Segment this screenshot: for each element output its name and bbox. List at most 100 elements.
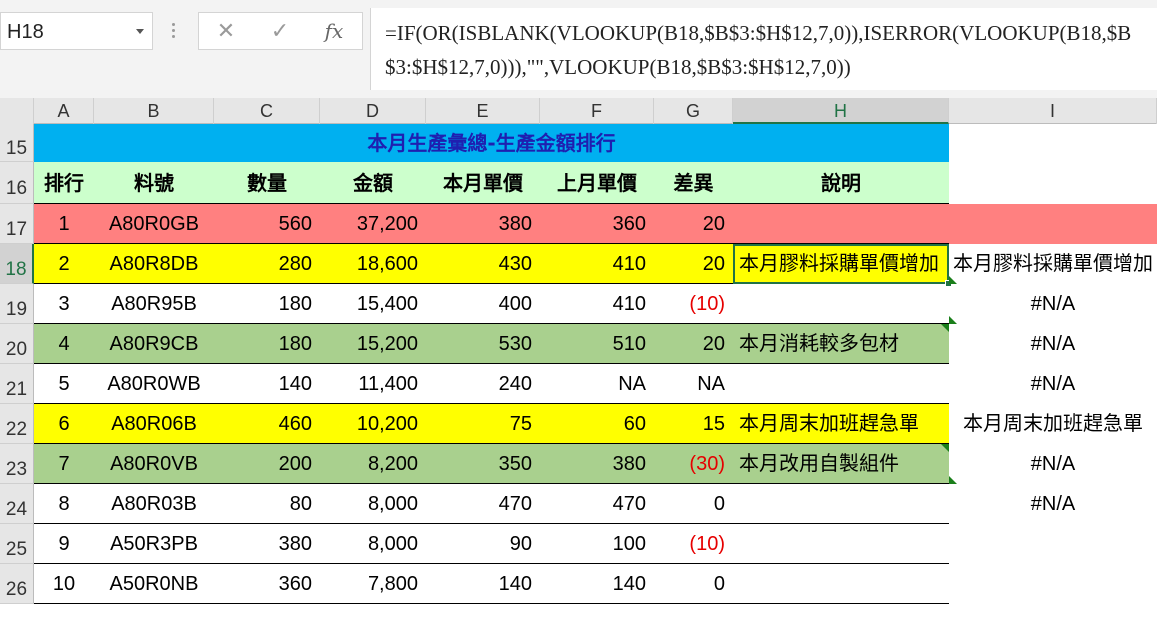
header-rank[interactable]: 排行 [34,162,94,204]
header-part-number[interactable]: 料號 [94,162,214,204]
this-month-price-cell[interactable]: 90 [426,524,540,564]
last-month-price-cell[interactable]: NA [540,364,654,404]
last-month-price-cell[interactable]: 100 [540,524,654,564]
column-i-cell[interactable]: #N/A [949,284,1157,324]
column-header-f[interactable]: F [540,98,654,124]
formula-input[interactable]: =IF(OR(ISBLANK(VLOOKUP(B18,$B$3:$H$12,7,… [370,8,1157,90]
part-number-cell[interactable]: A80R0WB [94,364,214,404]
this-month-price-cell[interactable]: 350 [426,444,540,484]
header-quantity[interactable]: 數量 [214,162,320,204]
this-month-price-cell[interactable]: 470 [426,484,540,524]
last-month-price-cell[interactable]: 140 [540,564,654,604]
rank-cell[interactable]: 9 [34,524,94,564]
header-this-month-price[interactable]: 本月單價 [426,162,540,204]
row-header-24[interactable]: 24 [0,484,34,524]
last-month-price-cell[interactable]: 60 [540,404,654,444]
last-month-price-cell[interactable]: 510 [540,324,654,364]
row-header-17[interactable]: 17 [0,204,34,244]
header-description[interactable]: 說明 [733,162,949,204]
last-month-price-cell[interactable]: 410 [540,244,654,284]
difference-cell[interactable]: 0 [654,484,733,524]
description-cell[interactable] [733,204,949,244]
description-cell[interactable]: 本月周末加班趕急單 [733,404,949,444]
rank-cell[interactable]: 10 [34,564,94,604]
difference-cell[interactable]: 20 [654,324,733,364]
rank-cell[interactable]: 2 [34,244,94,284]
column-header-a[interactable]: A [34,98,94,124]
part-number-cell[interactable]: A80R0GB [94,204,214,244]
column-i-cell[interactable]: 本月周末加班趕急單 [949,404,1157,444]
rank-cell[interactable]: 5 [34,364,94,404]
difference-cell[interactable]: 0 [654,564,733,604]
part-number-cell[interactable]: A80R8DB [94,244,214,284]
quantity-cell[interactable]: 280 [214,244,320,284]
amount-cell[interactable]: 18,600 [320,244,426,284]
description-cell[interactable] [733,524,949,564]
difference-cell[interactable]: (10) [654,284,733,324]
row-header-26[interactable]: 26 [0,564,34,604]
header-difference[interactable]: 差異 [654,162,733,204]
rank-cell[interactable]: 7 [34,444,94,484]
part-number-cell[interactable]: A50R0NB [94,564,214,604]
row-header-20[interactable]: 20 [0,324,34,364]
this-month-price-cell[interactable]: 530 [426,324,540,364]
rank-cell[interactable]: 3 [34,284,94,324]
quantity-cell[interactable]: 140 [214,364,320,404]
header-amount[interactable]: 金額 [320,162,426,204]
amount-cell[interactable]: 8,000 [320,524,426,564]
column-header-c[interactable]: C [214,98,320,124]
rank-cell[interactable]: 8 [34,484,94,524]
rank-cell[interactable]: 1 [34,204,94,244]
header-last-month-price[interactable]: 上月單價 [540,162,654,204]
last-month-price-cell[interactable]: 470 [540,484,654,524]
cancel-icon[interactable]: ✕ [211,19,241,44]
rank-cell[interactable]: 6 [34,404,94,444]
difference-cell[interactable]: 15 [654,404,733,444]
this-month-price-cell[interactable]: 380 [426,204,540,244]
quantity-cell[interactable]: 180 [214,324,320,364]
quantity-cell[interactable]: 80 [214,484,320,524]
row-header-19[interactable]: 19 [0,284,34,324]
column-header-h[interactable]: H [733,98,949,124]
quantity-cell[interactable]: 460 [214,404,320,444]
description-cell[interactable] [733,364,949,404]
enter-icon[interactable]: ✓ [265,19,295,44]
rank-cell[interactable]: 4 [34,324,94,364]
column-header-i[interactable]: I [949,98,1157,124]
column-header-e[interactable]: E [426,98,540,124]
drag-handle-icon[interactable] [170,20,176,42]
quantity-cell[interactable]: 360 [214,564,320,604]
column-header-b[interactable]: B [94,98,214,124]
difference-cell[interactable]: 20 [654,204,733,244]
column-i-cell[interactable]: #N/A [949,324,1157,364]
amount-cell[interactable]: 8,000 [320,484,426,524]
row-header-23[interactable]: 23 [0,444,34,484]
row-header-25[interactable]: 25 [0,524,34,564]
quantity-cell[interactable]: 560 [214,204,320,244]
row-header-15[interactable]: 15 [0,124,34,162]
quantity-cell[interactable]: 380 [214,524,320,564]
column-i-cell[interactable]: #N/A [949,484,1157,524]
difference-cell[interactable]: 20 [654,244,733,284]
amount-cell[interactable]: 37,200 [320,204,426,244]
last-month-price-cell[interactable]: 410 [540,284,654,324]
last-month-price-cell[interactable]: 360 [540,204,654,244]
part-number-cell[interactable]: A50R3PB [94,524,214,564]
difference-cell[interactable]: NA [654,364,733,404]
row-header-18[interactable]: 18 [0,244,34,284]
amount-cell[interactable]: 15,200 [320,324,426,364]
description-cell[interactable] [733,284,949,324]
select-all-button[interactable] [0,98,34,124]
part-number-cell[interactable]: A80R03B [94,484,214,524]
difference-cell[interactable]: (10) [654,524,733,564]
column-i-cell[interactable] [949,564,1157,604]
row-header-22[interactable]: 22 [0,404,34,444]
column-i-cell[interactable]: #N/A [949,364,1157,404]
column-i-cell[interactable] [949,524,1157,564]
column-header-d[interactable]: D [320,98,426,124]
name-box[interactable]: H18 [0,12,153,50]
amount-cell[interactable]: 11,400 [320,364,426,404]
amount-cell[interactable]: 7,800 [320,564,426,604]
part-number-cell[interactable]: A80R0VB [94,444,214,484]
this-month-price-cell[interactable]: 75 [426,404,540,444]
